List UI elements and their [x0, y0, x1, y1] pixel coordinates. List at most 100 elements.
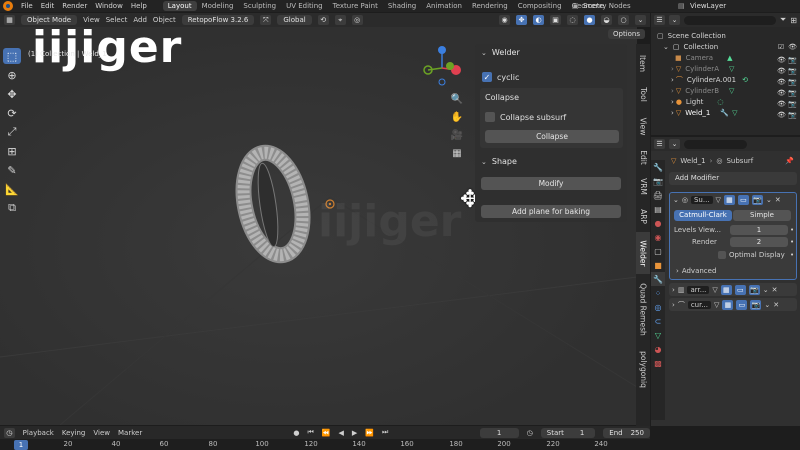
play-reverse-icon[interactable]: ◀ — [339, 429, 344, 437]
filter-dropdown-icon[interactable]: ⌄ — [669, 15, 680, 25]
add-cube-tool-icon[interactable]: ⧉ — [3, 200, 21, 216]
move-tool-icon[interactable]: ✥ — [3, 86, 21, 102]
end-frame-field[interactable]: End 250 — [603, 427, 651, 438]
jump-end-icon[interactable]: ⏭ — [382, 428, 388, 437]
record-icon[interactable]: ● — [293, 429, 299, 437]
visibility-icon[interactable]: ◉ — [499, 15, 510, 25]
workspace-tab-rendering[interactable]: Rendering — [467, 1, 513, 11]
perspective-grid-icon[interactable]: ▦ — [450, 148, 464, 162]
workspace-tab-shading[interactable]: Shading — [383, 1, 421, 11]
material-tab-icon[interactable]: ◕ — [651, 342, 665, 356]
edit-mode-toggle-icon[interactable]: ▦ — [722, 299, 734, 310]
retopoflow-dropdown[interactable]: RetopoFlow 3.2.6 — [181, 15, 255, 25]
camera-view-icon[interactable]: 🎥 — [450, 130, 464, 144]
chevron-down-icon[interactable]: ⌄ — [663, 43, 669, 51]
scene-tab-icon[interactable]: ● — [651, 216, 665, 230]
advanced-subpanel[interactable]: › Advanced — [676, 267, 716, 275]
keyframe-dot-icon[interactable]: • — [790, 238, 794, 246]
add-plane-for-baking-button[interactable]: Add plane for baking — [481, 205, 621, 218]
cyclic-checkbox[interactable]: ✓ — [482, 72, 492, 82]
eye-icon[interactable]: 👁 📷 — [777, 77, 799, 88]
transform-tool-icon[interactable]: ⊞ — [3, 143, 21, 159]
prev-keyframe-icon[interactable]: ⏪ — [322, 429, 331, 437]
shading-material-icon[interactable]: ◒ — [601, 15, 612, 25]
vertex-icon[interactable]: ▽ — [712, 286, 717, 294]
select-box-tool-icon[interactable]: ⬚ — [3, 48, 21, 64]
tab-view[interactable]: View — [636, 110, 650, 142]
properties-editor-icon[interactable]: ☰ — [654, 139, 665, 149]
transform-orientation-dropdown[interactable]: Global — [277, 15, 312, 25]
chevron-down-icon[interactable]: ⌄ — [673, 196, 679, 204]
options-dropdown[interactable]: Options — [608, 29, 646, 39]
chevron-right-icon[interactable]: › — [672, 301, 675, 309]
checkbox-icon[interactable]: ☑ — [778, 43, 784, 51]
pan-hand-icon[interactable]: ✋ — [450, 112, 464, 126]
stopwatch-icon[interactable]: ◷ — [527, 429, 533, 437]
menu-help[interactable]: Help — [127, 2, 151, 10]
new-collection-icon[interactable]: ⊞ — [790, 16, 797, 25]
collection-tab-icon[interactable]: ▢ — [651, 244, 665, 258]
optimal-display-row[interactable]: Optimal Display — [718, 251, 785, 259]
overlay-toggle-icon[interactable]: ◐ — [533, 15, 544, 25]
vertex-icon[interactable]: ▽ — [716, 196, 721, 204]
tab-item[interactable]: Item — [636, 46, 650, 80]
menu-file[interactable]: File — [17, 2, 37, 10]
play-icon[interactable]: ▶ — [352, 429, 357, 437]
modifier-tab-icon[interactable]: 🔧 — [651, 272, 665, 286]
curve-modifier-card[interactable]: › ⌒ cur... ▽ ▦ ▭ 📷 ⌄ ✕ — [669, 298, 797, 311]
menu-window[interactable]: Window — [91, 2, 127, 10]
chevron-right-icon[interactable]: › — [671, 65, 674, 73]
world-tab-icon[interactable]: ◉ — [651, 230, 665, 244]
dropdown-chevron-icon[interactable]: ⌄ — [764, 301, 770, 309]
filter-icon[interactable]: ⏷ — [780, 15, 786, 25]
collapse-subsurf-checkbox[interactable] — [485, 112, 495, 122]
tab-polygoniq[interactable]: polygoniq — [636, 344, 650, 394]
data-tab-icon[interactable]: ▽ — [651, 328, 665, 342]
particles-tab-icon[interactable]: ⁘ — [651, 286, 665, 300]
keyframe-dot-icon[interactable]: • — [790, 226, 794, 234]
editor-type-icon[interactable]: ▦ — [4, 15, 15, 25]
zoom-icon[interactable]: 🔍 — [450, 94, 464, 108]
modify-button[interactable]: Modify — [481, 177, 621, 190]
array-modifier-card[interactable]: › ▥ arr... ▽ ▦ ▭ 📷 ⌄ ✕ — [669, 283, 797, 296]
outliner-search-input[interactable] — [684, 15, 776, 25]
chevron-right-icon[interactable]: › — [671, 87, 674, 95]
close-icon[interactable]: ✕ — [772, 286, 778, 294]
vertex-icon[interactable]: ▽ — [714, 301, 719, 309]
viewport-toggle-icon[interactable]: ▭ — [734, 284, 746, 295]
pin-icon[interactable]: 📌 — [785, 157, 794, 165]
cursor-tool-icon[interactable]: ⊕ — [3, 67, 21, 83]
timeline-menu-playback[interactable]: Playback — [23, 429, 54, 437]
tab-tool[interactable]: Tool — [636, 80, 650, 108]
object-tab-icon[interactable]: ■ — [651, 258, 665, 272]
collapse-button[interactable]: Collapse — [485, 130, 619, 143]
pivot-icon[interactable]: ⟲ — [317, 15, 329, 25]
shading-wireframe-icon[interactable]: ◌ — [567, 15, 578, 25]
shading-options-icon[interactable]: ⌄ — [635, 15, 646, 25]
constraints-tab-icon[interactable]: ⊂ — [651, 314, 665, 328]
modifier-name-field[interactable]: cur... — [687, 300, 712, 309]
render-toggle-icon[interactable]: 📷 — [751, 195, 763, 205]
edit-mode-toggle-icon[interactable]: ▦ — [720, 284, 732, 295]
next-keyframe-icon[interactable]: ⏩ — [365, 429, 374, 437]
rotate-tool-icon[interactable]: ⟳ — [3, 105, 21, 121]
tab-arp[interactable]: ARP — [636, 202, 650, 230]
keyframe-dot-icon[interactable]: • — [790, 251, 794, 259]
workspace-tab-compositing[interactable]: Compositing — [513, 1, 567, 11]
snap-icon[interactable]: ⌖ — [334, 15, 346, 25]
eye-icon[interactable]: 👁 📷 — [777, 99, 799, 110]
tab-welder[interactable]: Welder — [636, 232, 650, 274]
eye-icon[interactable]: 👁 📷 — [777, 88, 799, 99]
modifier-name-field[interactable]: arr... — [687, 285, 710, 294]
output-tab-icon[interactable]: 🖨 — [651, 188, 665, 202]
outliner-editor-icon[interactable]: ☰ — [654, 15, 665, 25]
dropdown-chevron-icon[interactable]: ⌄ — [763, 286, 769, 294]
welder-panel-header[interactable]: ⌄ Welder — [481, 48, 520, 57]
workspace-tab-layout[interactable]: Layout — [162, 1, 197, 11]
gizmo-toggle-icon[interactable]: ✥ — [516, 15, 527, 25]
view-layer-selector[interactable]: ViewLayer — [690, 0, 760, 12]
workspace-tab-uv-editing[interactable]: UV Editing — [281, 1, 328, 11]
dropdown-chevron-icon[interactable]: ⌄ — [766, 196, 772, 204]
shading-rendered-icon[interactable]: ○ — [618, 15, 629, 25]
physics-tab-icon[interactable]: ◎ — [651, 300, 665, 314]
